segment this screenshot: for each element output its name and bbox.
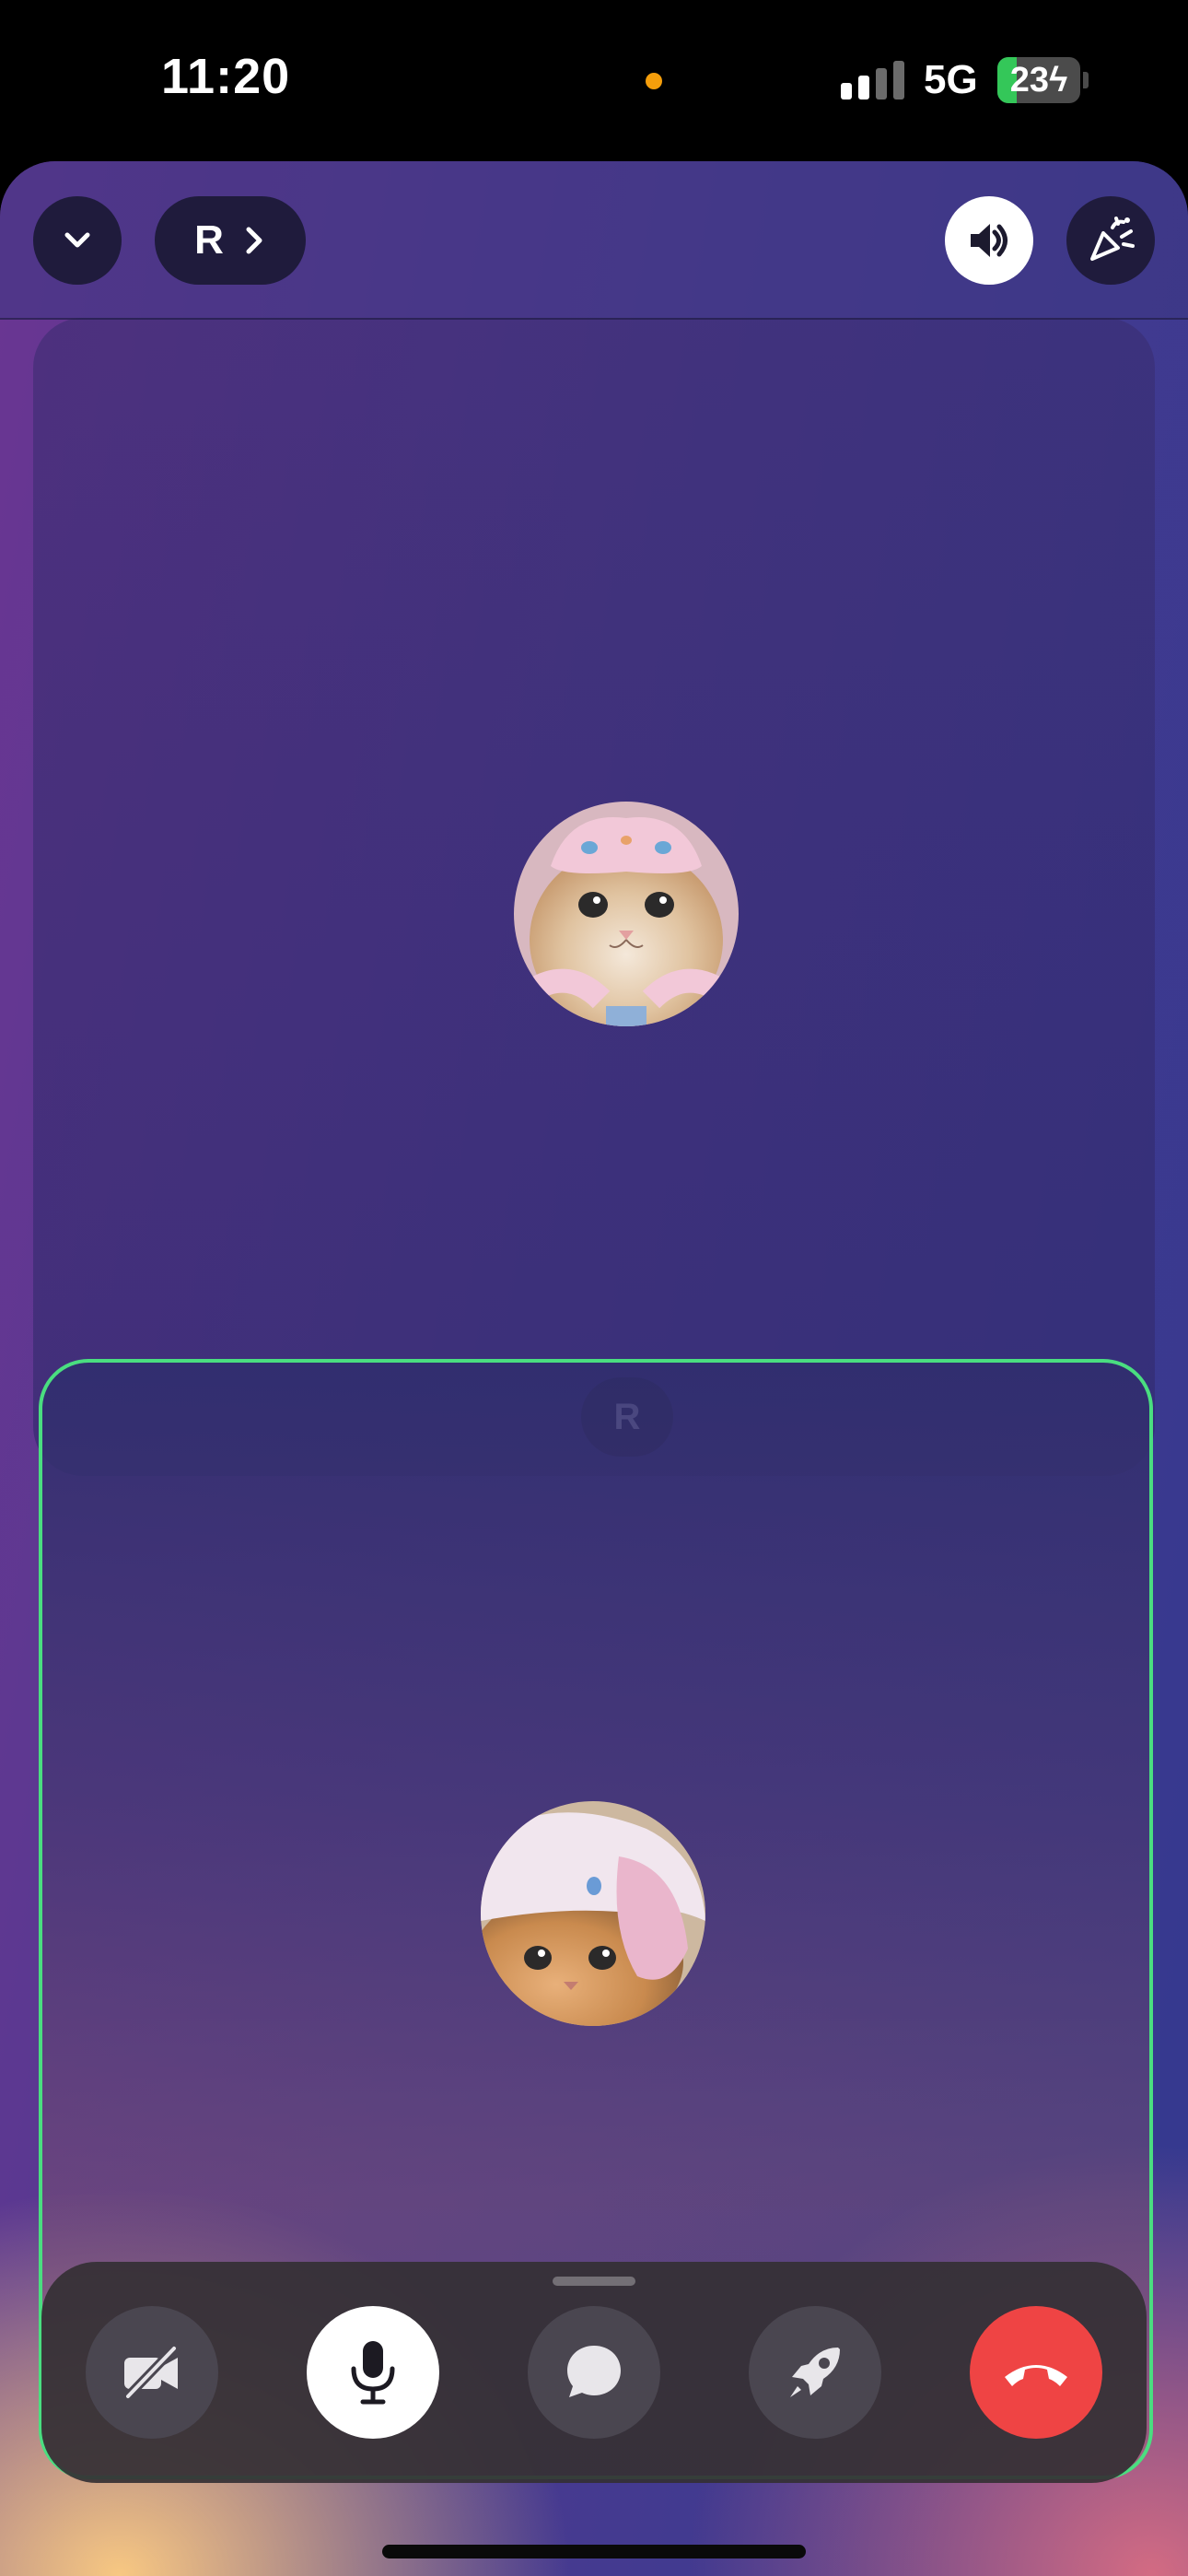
speaker-button[interactable] [945, 196, 1033, 285]
end-call-icon [1005, 2365, 1067, 2386]
network-type: 5G [924, 57, 978, 102]
call-screen: R [0, 161, 1188, 2576]
status-time: 11:20 [161, 49, 291, 104]
remote-participant-avatar [514, 802, 739, 1026]
effects-button[interactable] [1066, 196, 1155, 285]
microphone-icon [351, 2341, 395, 2405]
remote-participant-tile[interactable]: R [33, 318, 1155, 1476]
battery-level: 23 [1009, 61, 1050, 100]
home-indicator[interactable] [382, 2545, 806, 2558]
camera-off-icon [122, 2342, 181, 2403]
drag-handle[interactable] [553, 2277, 635, 2286]
camera-toggle-button[interactable] [86, 2306, 218, 2439]
participant-button[interactable]: R [155, 196, 306, 285]
battery-icon: 23ϟ [997, 57, 1080, 103]
effects-icon [1090, 217, 1135, 261]
speaker-icon [971, 224, 1007, 257]
privacy-indicator-dot [646, 73, 662, 89]
chevron-right-icon [246, 227, 262, 254]
call-controls [41, 2262, 1147, 2483]
status-bar: 11:20 5G 23ϟ [0, 0, 1188, 161]
chevron-down-icon [64, 232, 90, 248]
participant-initial: R [194, 217, 224, 263]
cellular-signal-icon [841, 61, 905, 100]
end-call-button[interactable] [970, 2306, 1102, 2439]
local-participant-avatar [481, 1801, 705, 2026]
battery-nub [1083, 72, 1089, 88]
microphone-toggle-button[interactable] [307, 2306, 439, 2439]
rocket-icon [790, 2348, 840, 2397]
collapse-call-button[interactable] [33, 196, 122, 285]
chat-icon [567, 2346, 621, 2397]
chat-button[interactable] [528, 2306, 660, 2439]
charging-bolt-icon: ϟ [1049, 61, 1068, 100]
call-header: R [0, 161, 1188, 320]
boost-button[interactable] [749, 2306, 881, 2439]
